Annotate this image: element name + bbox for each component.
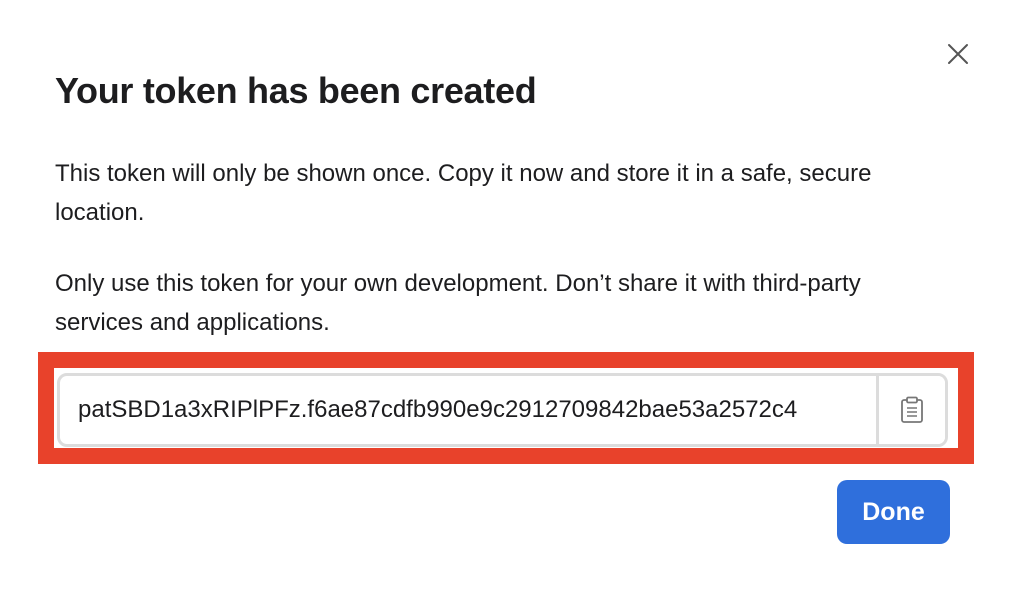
close-button[interactable]: [944, 40, 972, 68]
token-once-notice: This token will only be shown once. Copy…: [55, 160, 872, 226]
token-usage-warning: Only use this token for your own develop…: [55, 270, 861, 336]
done-button[interactable]: Done: [837, 480, 950, 544]
token-field[interactable]: patSBD1a3xRIPlPFz.f6ae87cdfb990e9c291270…: [57, 373, 948, 447]
token-value[interactable]: patSBD1a3xRIPlPFz.f6ae87cdfb990e9c291270…: [78, 376, 878, 444]
close-icon: [948, 44, 968, 64]
clipboard-icon: [901, 396, 923, 423]
dialog-title: Your token has been created: [55, 70, 537, 111]
token-created-dialog: Your token has been created This token w…: [0, 0, 1010, 602]
copy-token-button[interactable]: [876, 376, 945, 444]
